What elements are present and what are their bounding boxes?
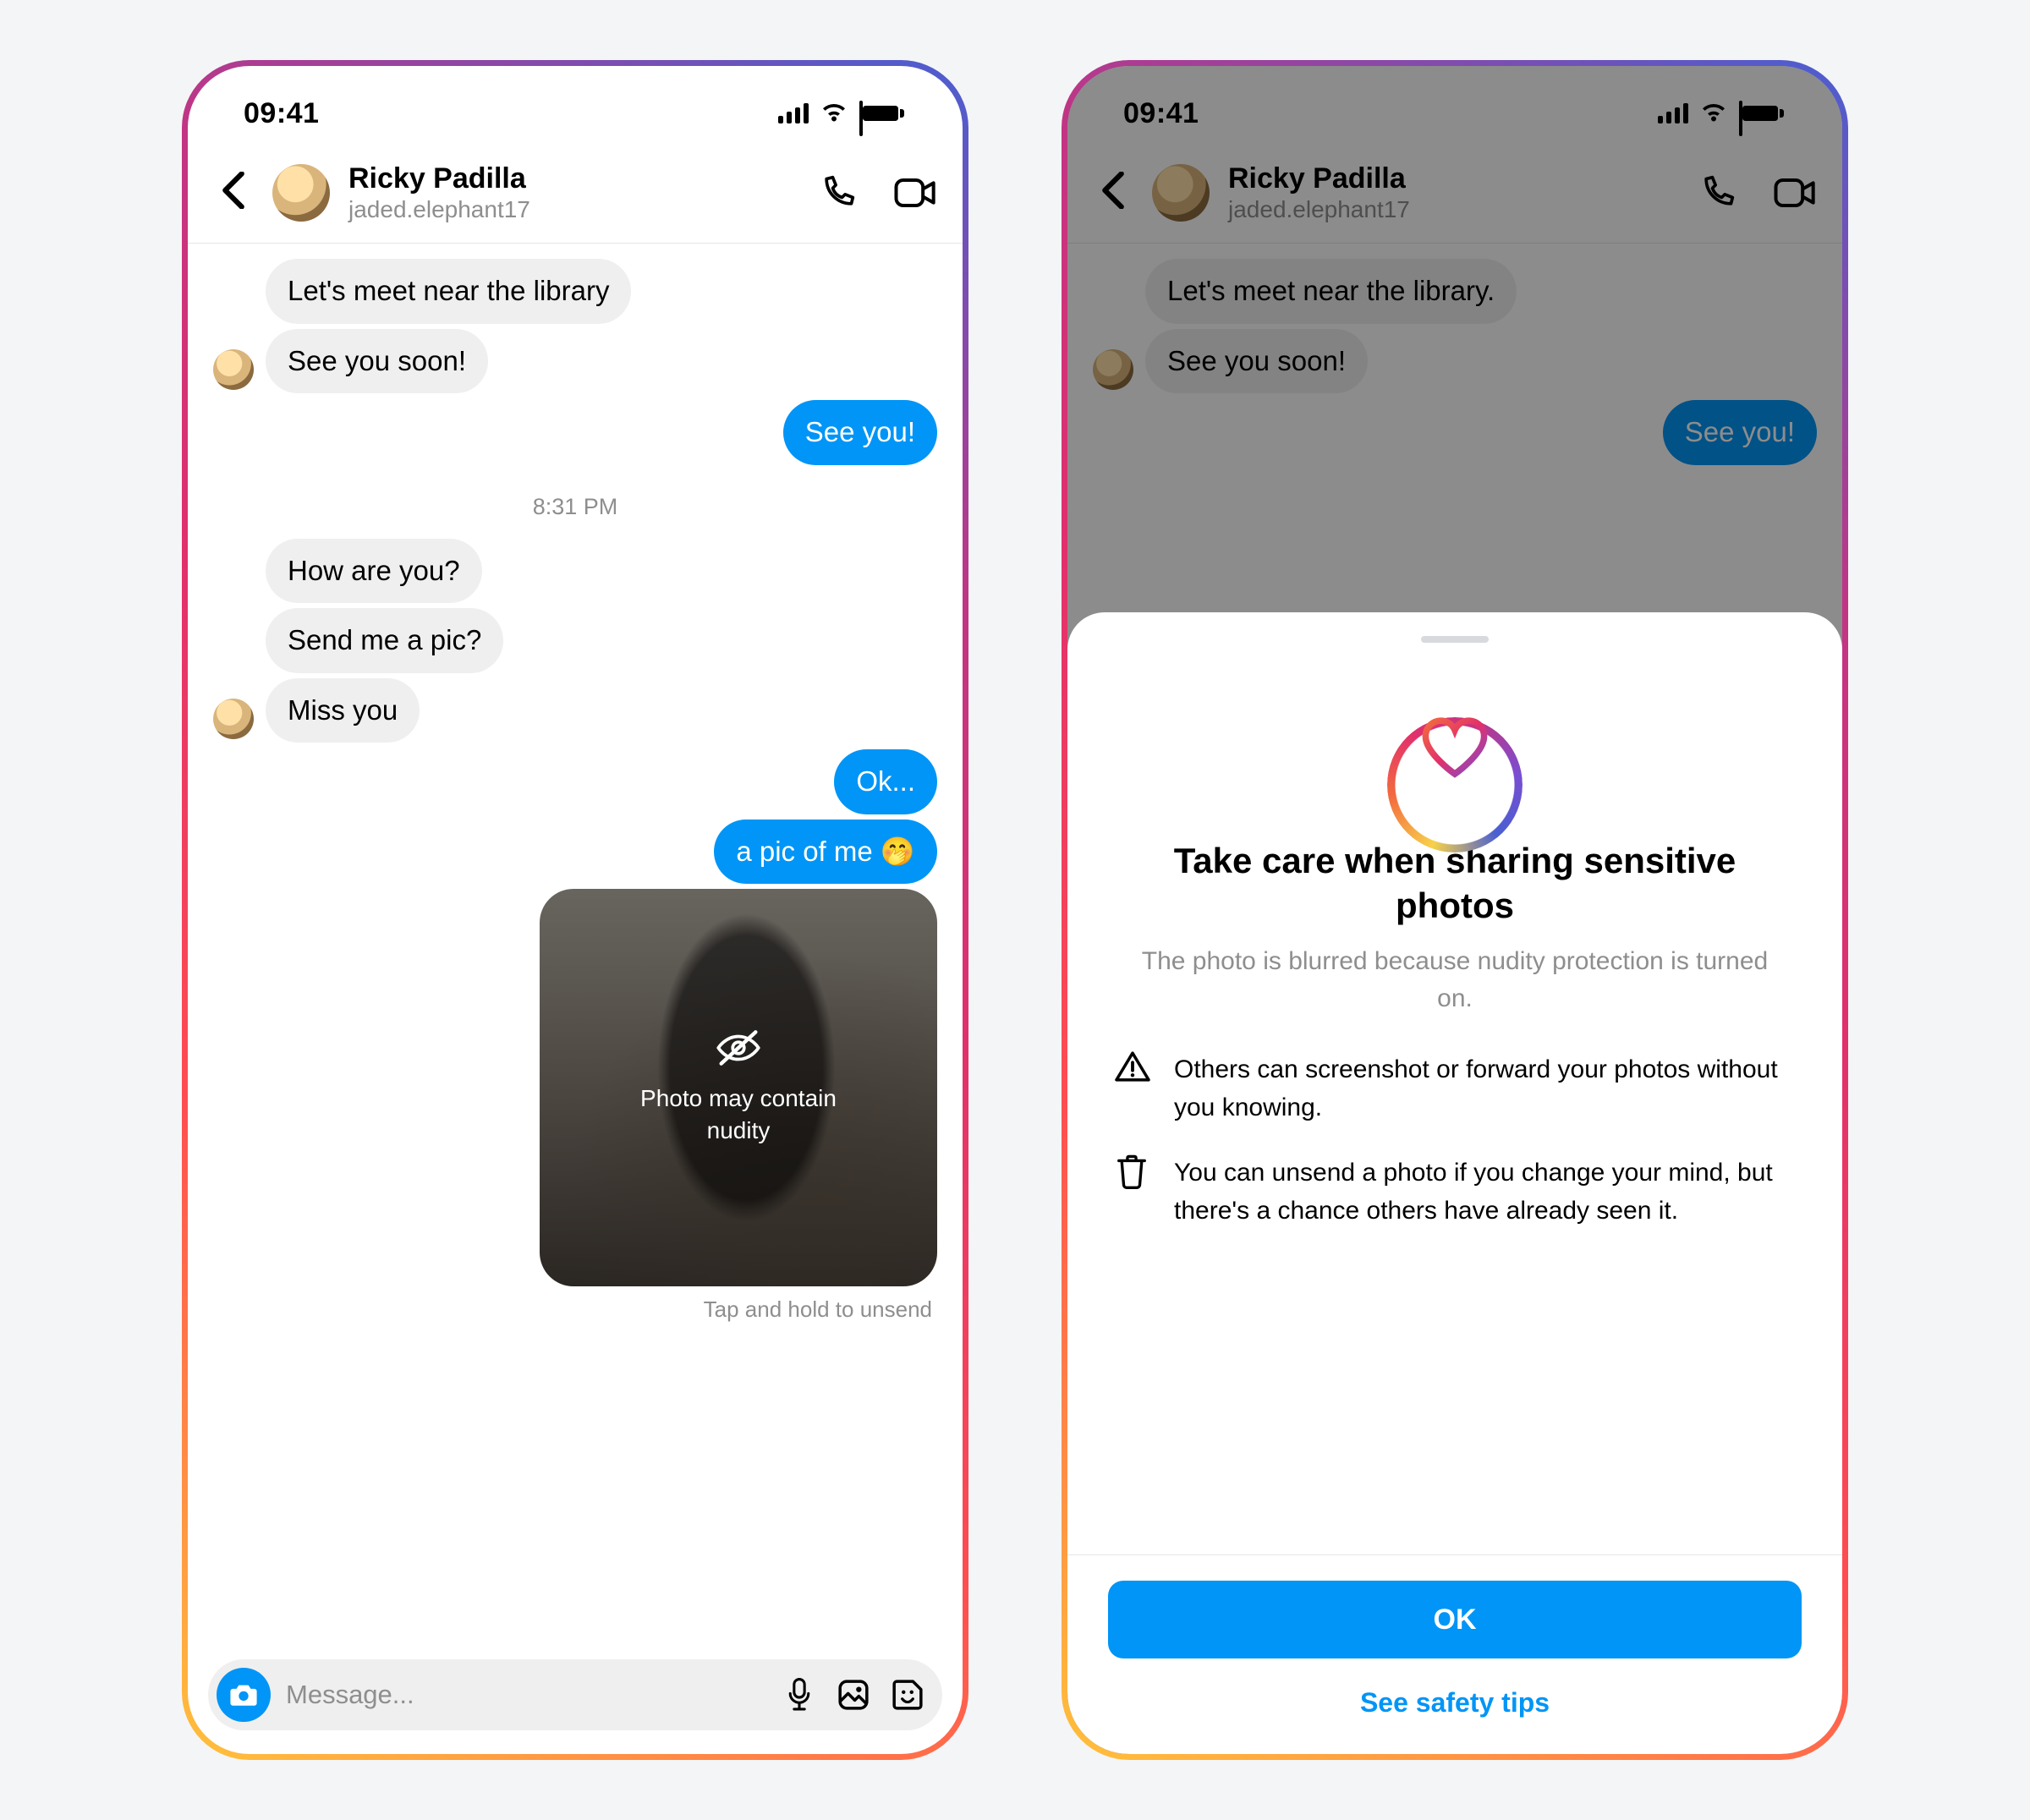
safety-tips-label: See safety tips xyxy=(1360,1687,1550,1718)
message-bubble[interactable]: Ok... xyxy=(834,749,937,814)
trash-icon xyxy=(1115,1154,1152,1230)
blurred-photo[interactable]: Photo may contain nudity xyxy=(540,889,937,1286)
message-row: See you! xyxy=(213,400,937,465)
status-time: 09:41 xyxy=(244,97,319,130)
message-composer[interactable]: Message... xyxy=(208,1659,942,1730)
unsend-hint: Tap and hold to unsend xyxy=(704,1296,937,1323)
message-bubble[interactable]: How are you? xyxy=(266,539,482,604)
phone-left: 09:41 Ricky Padilla jaded.elephant17 xyxy=(182,60,968,1760)
message-row: Let's meet near the library See you soon… xyxy=(213,259,937,393)
ok-button[interactable]: OK xyxy=(1108,1581,1802,1658)
tip-text: You can unsend a photo if you change you… xyxy=(1174,1154,1795,1230)
ok-button-label: OK xyxy=(1434,1603,1477,1636)
contact-username: jaded.elephant17 xyxy=(348,195,797,223)
message-row: Let's meet near the library. See you soo… xyxy=(1093,259,1817,393)
message-bubble[interactable]: a pic of me 🤭 xyxy=(714,820,937,885)
safety-tips-link[interactable]: See safety tips xyxy=(1108,1687,1802,1719)
message-bubble[interactable]: Miss you xyxy=(266,678,420,743)
contact-name: Ricky Padilla xyxy=(348,162,797,195)
message-list[interactable]: Let's meet near the library See you soon… xyxy=(188,244,963,1644)
sender-avatar[interactable] xyxy=(213,699,254,739)
back-button[interactable] xyxy=(1093,172,1133,213)
battery-icon xyxy=(1739,102,1786,124)
eye-off-icon xyxy=(715,1029,762,1071)
tip-row: You can unsend a photo if you change you… xyxy=(1115,1154,1795,1230)
battery-icon xyxy=(859,102,907,124)
warning-icon xyxy=(1115,1050,1152,1127)
wifi-icon xyxy=(820,103,848,123)
message-bubble[interactable]: Let's meet near the library xyxy=(266,259,631,324)
mic-icon[interactable] xyxy=(780,1675,819,1714)
contact-name-block[interactable]: Ricky Padilla jaded.elephant17 xyxy=(1228,162,1676,223)
timestamp: 8:31 PM xyxy=(213,494,937,520)
message-bubble[interactable]: See you soon! xyxy=(266,329,488,394)
composer-placeholder: Message... xyxy=(286,1680,765,1710)
tip-text: Others can screenshot or forward your ph… xyxy=(1174,1050,1795,1127)
status-bar: 09:41 xyxy=(1067,66,1842,151)
message-row: See you! xyxy=(1093,400,1817,465)
message-bubble[interactable]: See you! xyxy=(1663,400,1817,465)
message-bubble[interactable]: See you soon! xyxy=(1145,329,1368,394)
sender-avatar[interactable] xyxy=(1093,349,1133,390)
contact-name: Ricky Padilla xyxy=(1228,162,1676,195)
sticker-icon[interactable] xyxy=(888,1675,927,1714)
sheet-grabber[interactable] xyxy=(1421,636,1489,643)
audio-call-button[interactable] xyxy=(1695,171,1739,215)
chat-header: Ricky Padilla jaded.elephant17 xyxy=(1067,151,1842,244)
gallery-icon[interactable] xyxy=(834,1675,873,1714)
phone-right: 09:41 Ricky Padilla jaded.elephant17 xyxy=(1062,60,1848,1760)
back-button[interactable] xyxy=(213,172,254,213)
cell-signal-icon xyxy=(778,103,809,123)
cell-signal-icon xyxy=(1658,103,1688,123)
wifi-icon xyxy=(1700,103,1727,123)
contact-avatar[interactable] xyxy=(272,164,330,222)
video-call-button[interactable] xyxy=(1773,171,1817,215)
contact-username: jaded.elephant17 xyxy=(1228,195,1676,223)
message-bubble[interactable]: See you! xyxy=(783,400,937,465)
contact-name-block[interactable]: Ricky Padilla jaded.elephant17 xyxy=(348,162,797,223)
heart-ring-icon xyxy=(1387,680,1522,815)
chat-header: Ricky Padilla jaded.elephant17 xyxy=(188,151,963,244)
message-bubble[interactable]: Let's meet near the library. xyxy=(1145,259,1517,324)
video-call-button[interactable] xyxy=(893,171,937,215)
sender-avatar[interactable] xyxy=(213,349,254,390)
safety-sheet: Take care when sharing sensitive photos … xyxy=(1067,612,1842,1754)
tip-row: Others can screenshot or forward your ph… xyxy=(1115,1050,1795,1127)
divider xyxy=(1067,1554,1842,1555)
status-time: 09:41 xyxy=(1123,97,1199,130)
camera-button[interactable] xyxy=(217,1668,271,1722)
audio-call-button[interactable] xyxy=(815,171,859,215)
sheet-subtitle: The photo is blurred because nudity prot… xyxy=(1125,943,1785,1017)
message-row: Ok... a pic of me 🤭 Photo may contain nu… xyxy=(213,749,937,1323)
contact-avatar[interactable] xyxy=(1152,164,1210,222)
message-bubble[interactable]: Send me a pic? xyxy=(266,608,503,673)
message-row: How are you? Send me a pic? Miss you xyxy=(213,539,937,743)
nudity-warning-label: Photo may contain nudity xyxy=(612,1083,865,1147)
status-bar: 09:41 xyxy=(188,66,963,151)
